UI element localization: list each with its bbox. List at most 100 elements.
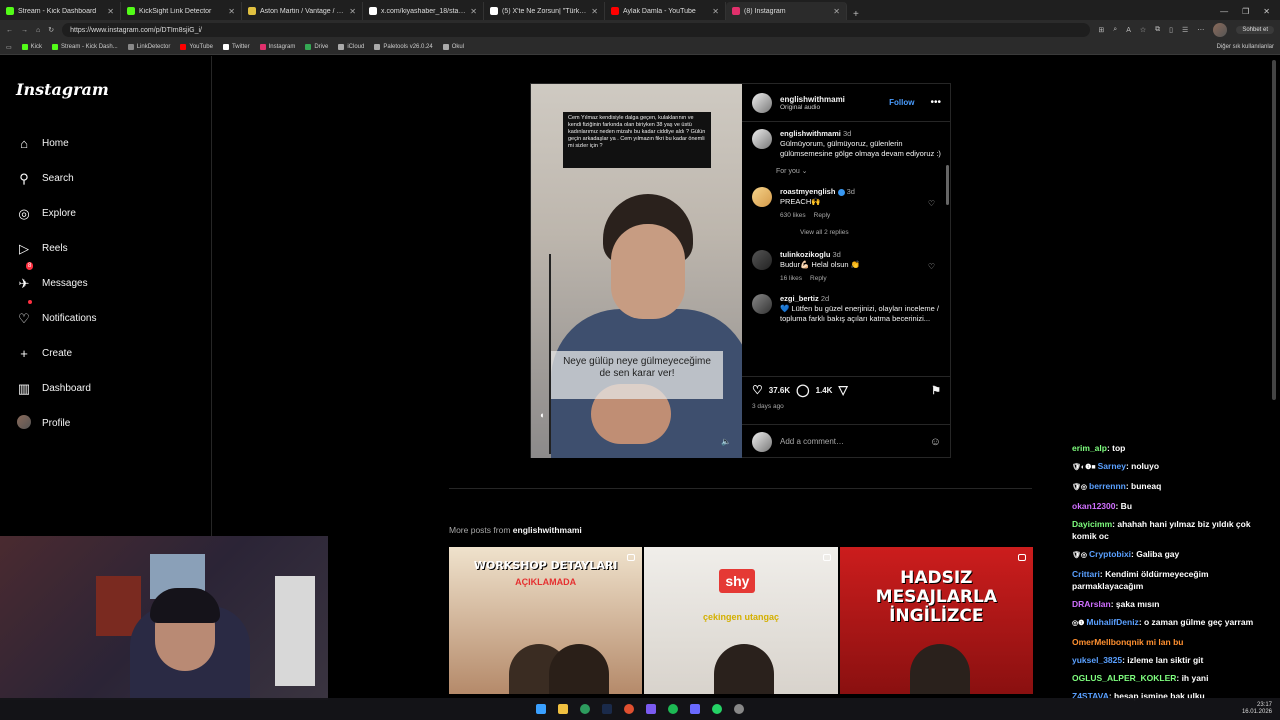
reply-button[interactable]: Reply <box>810 274 827 284</box>
refresh-icon[interactable]: ↻ <box>48 26 54 34</box>
bookmark-item[interactable]: iCloud <box>338 44 364 50</box>
discord-icon[interactable] <box>646 704 656 714</box>
author-avatar[interactable] <box>752 92 772 113</box>
comment-user[interactable]: roastmyenglish <box>780 187 835 196</box>
bookmark-item[interactable]: Drive <box>305 44 328 50</box>
bookmark-item[interactable]: Okul <box>442 44 464 50</box>
browser-tab[interactable]: KickSight Link Detector ✕ <box>121 2 242 20</box>
maximize-icon[interactable]: ❐ <box>1242 7 1249 16</box>
emoji-icon[interactable]: ☺ <box>930 436 941 448</box>
chrome-icon[interactable] <box>734 704 744 714</box>
comment-icon[interactable]: ◯ <box>796 383 809 397</box>
page-scrollbar[interactable] <box>1272 60 1276 400</box>
browser-tab[interactable]: Stream - Kick Dashboard ✕ <box>0 2 121 20</box>
comments-scrollbar[interactable] <box>946 165 949 205</box>
minimize-icon[interactable]: — <box>1220 7 1228 16</box>
app-icon[interactable] <box>690 704 700 714</box>
post-thumbnail[interactable]: shy çekingen utangaç <box>644 547 838 694</box>
more-icon[interactable]: ⋯ <box>1197 26 1204 34</box>
audio-label[interactable]: Original audio <box>780 104 845 111</box>
commenter-avatar[interactable] <box>752 294 772 314</box>
comment-user[interactable]: ezgi_bertiz <box>780 294 819 303</box>
file-explorer-icon[interactable] <box>558 704 568 714</box>
bookmark-icon[interactable]: ⚑ <box>931 384 941 397</box>
commenter-avatar[interactable] <box>752 129 772 149</box>
comment-likes[interactable]: 16 likes <box>780 274 802 284</box>
share-icon[interactable]: ▽ <box>838 383 847 397</box>
tab-close-icon[interactable]: ✕ <box>712 7 719 16</box>
zoom-icon[interactable]: ⌕ <box>1113 26 1117 34</box>
browser-tab[interactable]: (8) Instagram ✕ <box>726 2 847 20</box>
start-icon[interactable] <box>536 704 546 714</box>
commenter-avatar[interactable] <box>752 187 772 207</box>
sidebar-item-messages[interactable]: ✈ 8 Messages <box>16 262 96 301</box>
for-you-dropdown[interactable]: For you ⌄ <box>776 167 941 175</box>
read-aloud-icon[interactable]: A <box>1126 27 1131 34</box>
comments-list[interactable]: englishwithmami 3d Gülmüyorum, gülmüyoru… <box>742 123 951 375</box>
bookmarks-icon[interactable]: ▭ <box>6 44 12 51</box>
reel-video[interactable]: Cem Yılmaz kendisiyle dalga geçen, kulak… <box>531 84 742 458</box>
sidebar-item-home[interactable]: ⌂ Home <box>16 126 96 161</box>
bookmark-item[interactable]: Kick <box>21 44 42 50</box>
sidebar-item-create[interactable]: + Create <box>16 336 96 371</box>
tab-close-icon[interactable]: ✕ <box>107 7 114 16</box>
spotify-icon[interactable] <box>668 704 678 714</box>
like-comment-icon[interactable]: ♡ <box>928 262 935 271</box>
bookmark-item[interactable]: Twitter <box>222 44 250 50</box>
browser-tab[interactable]: Aylak Damla - YouTube ✕ <box>605 2 726 20</box>
tag-icon[interactable]: ◖ <box>539 410 544 420</box>
instagram-logo[interactable]: Instagram <box>16 80 109 99</box>
extensions-icon[interactable]: ⧉ <box>1155 26 1160 34</box>
bookmark-item[interactable]: Stream - Kick Dash... <box>52 44 118 50</box>
comment-user[interactable]: tulinkozikoglu <box>780 250 830 259</box>
tab-close-icon[interactable]: ✕ <box>228 7 235 16</box>
post-thumbnail[interactable]: HADSIZ MESAJLARLA İNGİLİZCE <box>839 547 1033 694</box>
close-icon[interactable]: ✕ <box>1263 7 1270 16</box>
bookmark-item[interactable]: YouTube <box>180 44 213 50</box>
url-input[interactable]: https://www.instagram.com/p/DTIm8sjiG_i/ <box>62 23 1091 37</box>
mute-icon[interactable]: 🔈 <box>721 437 731 446</box>
system-tray[interactable]: 23:17 16.01.2026 <box>1242 702 1272 716</box>
app-icon[interactable] <box>624 704 634 714</box>
post-thumbnail[interactable]: WORKSHOP DETAYLARI AÇIKLAMADA <box>449 547 643 694</box>
chat-button[interactable]: Sohbet et <box>1236 26 1274 34</box>
tab-close-icon[interactable]: ✕ <box>833 7 840 16</box>
sidebar-item-dashboard[interactable]: ▥ Dashboard <box>16 371 96 406</box>
commenter-avatar[interactable] <box>752 250 772 270</box>
install-icon[interactable]: ⊞ <box>1098 26 1104 34</box>
new-tab-button[interactable]: + <box>847 9 865 20</box>
tab-close-icon[interactable]: ✕ <box>591 7 598 16</box>
sidebar-item-profile[interactable]: Profile <box>16 406 96 441</box>
tab-close-icon[interactable]: ✕ <box>349 7 356 16</box>
favorite-icon[interactable]: ☆ <box>1140 26 1146 34</box>
like-icon[interactable]: ♡ <box>752 383 763 397</box>
sidebar-item-reels[interactable]: ▷ Reels <box>16 231 96 266</box>
edge-icon[interactable] <box>580 704 590 714</box>
comment-user[interactable]: englishwithmami <box>780 129 841 138</box>
like-count[interactable]: 37.6K <box>769 386 790 395</box>
bookmark-item[interactable]: Paletools v26.0.24 <box>374 44 433 50</box>
add-comment-input[interactable]: Add a comment… <box>780 437 844 446</box>
forward-icon[interactable]: → <box>21 27 28 34</box>
sidebar-item-explore[interactable]: ◎ Explore <box>16 196 96 231</box>
like-comment-icon[interactable]: ♡ <box>928 199 935 208</box>
sidebar-item-notifications[interactable]: ♡ Notifications <box>16 300 96 336</box>
tab-close-icon[interactable]: ✕ <box>470 7 477 16</box>
bookmark-item[interactable]: LinkDetector <box>127 44 170 50</box>
reply-button[interactable]: Reply <box>814 211 831 221</box>
other-bookmarks[interactable]: Diğer sık kullanılanlar <box>1217 44 1274 50</box>
sidebar-item-search[interactable]: ⚲ Search <box>16 161 96 196</box>
follow-button[interactable]: Follow <box>889 98 914 107</box>
comment-likes[interactable]: 630 likes <box>780 211 806 221</box>
browser-tab[interactable]: Aston Martin / Vantage / V8 Vanta✕ <box>242 2 363 20</box>
split-icon[interactable]: ▯ <box>1169 26 1173 34</box>
browser-tab[interactable]: (5) X'te Ne Zorsun| "Türkiye'nin en ✕ <box>484 2 605 20</box>
browser-tab[interactable]: x.com/kiyashaber_18/status/2009... ✕ <box>363 2 484 20</box>
steam-icon[interactable] <box>602 704 612 714</box>
profile-avatar[interactable] <box>1213 23 1228 37</box>
more-posts-user[interactable]: englishwithmami <box>513 525 582 535</box>
back-icon[interactable]: ← <box>6 27 13 34</box>
whatsapp-icon[interactable] <box>712 704 722 714</box>
home-icon[interactable]: ⌂ <box>36 27 40 34</box>
view-replies-link[interactable]: View all 2 replies <box>800 229 941 236</box>
